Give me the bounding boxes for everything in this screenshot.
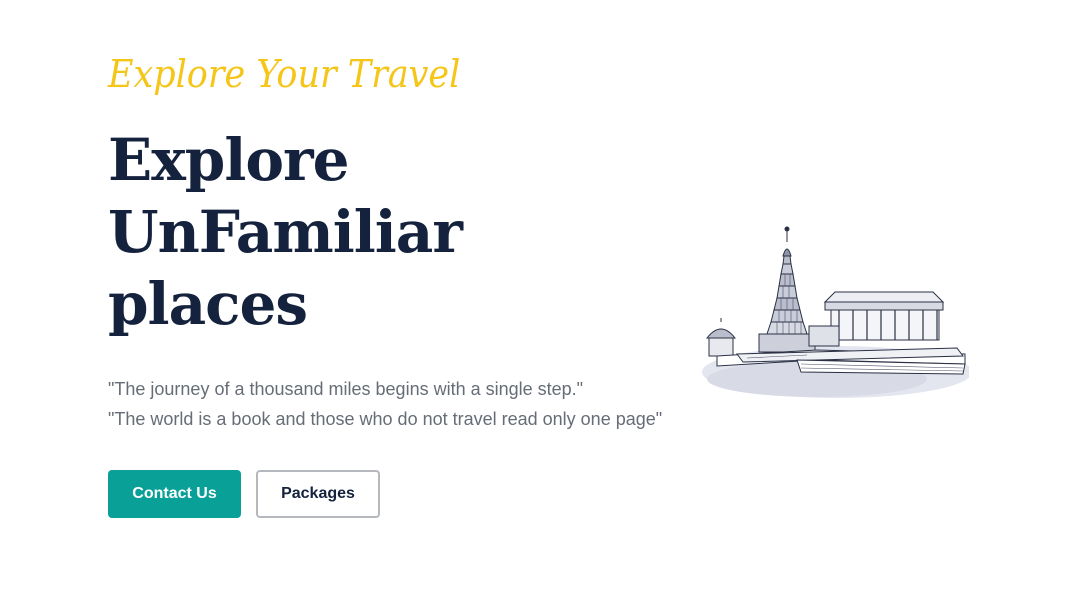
headline-line-2: UnFamiliar <box>108 198 463 266</box>
hero-quotes: "The journey of a thousand miles begins … <box>108 374 662 434</box>
contact-us-button[interactable]: Contact Us <box>108 470 241 518</box>
headline-line-1: Explore <box>108 126 350 194</box>
hero-headline: Explore UnFamiliar places <box>108 124 628 340</box>
packages-button[interactable]: Packages <box>256 470 380 518</box>
quote-1: "The journey of a thousand miles begins … <box>108 379 584 399</box>
temple-sketch-icon <box>697 214 969 400</box>
hero-tagline: Explore Your Travel <box>108 52 461 96</box>
headline-line-3: places <box>108 270 308 338</box>
quote-2: "The world is a book and those who do no… <box>108 409 663 429</box>
hero-section: Explore Your Travel Explore UnFamiliar p… <box>0 0 1089 592</box>
